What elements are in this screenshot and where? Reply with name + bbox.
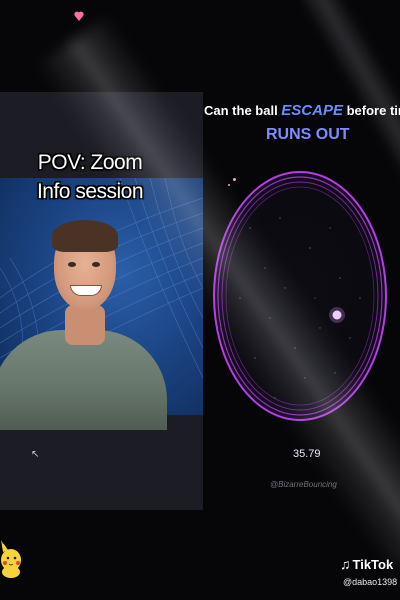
sparkle-dot — [233, 178, 236, 181]
game-title-line-2: RUNS OUT — [266, 126, 350, 143]
pikachu-sticker-icon — [1, 540, 21, 578]
tiktok-logo: ♫ TikTok — [340, 556, 393, 572]
countdown-timer: 35.79 — [293, 448, 321, 460]
person-neck — [65, 305, 105, 345]
person-eye-right — [92, 262, 100, 267]
heart-sticker-icon — [74, 11, 84, 21]
mouse-cursor-icon: ↖ — [31, 449, 40, 460]
arena-ring — [213, 171, 387, 421]
game-title-part-2: before time — [346, 103, 400, 118]
game-title-accent: ESCAPE — [281, 102, 343, 119]
creator-watermark: @BizarreBouncing — [270, 480, 337, 489]
game-title: Can the ball ESCAPE before time — [204, 102, 400, 119]
person-eye-left — [68, 262, 76, 267]
tiktok-logo-text: TikTok — [352, 557, 394, 572]
caption-line-1: POV: Zoom — [37, 151, 143, 174]
game-title-part-1: Can the ball — [204, 103, 282, 118]
caption-line-2: Info session — [36, 180, 144, 203]
person-hair — [52, 220, 118, 252]
tiktok-note-icon: ♫ — [340, 556, 351, 572]
tiktok-username: @dabao1398 — [343, 577, 398, 587]
caption-text: POV: Zoom Info session — [0, 148, 180, 206]
sparkle-dot — [228, 184, 230, 186]
